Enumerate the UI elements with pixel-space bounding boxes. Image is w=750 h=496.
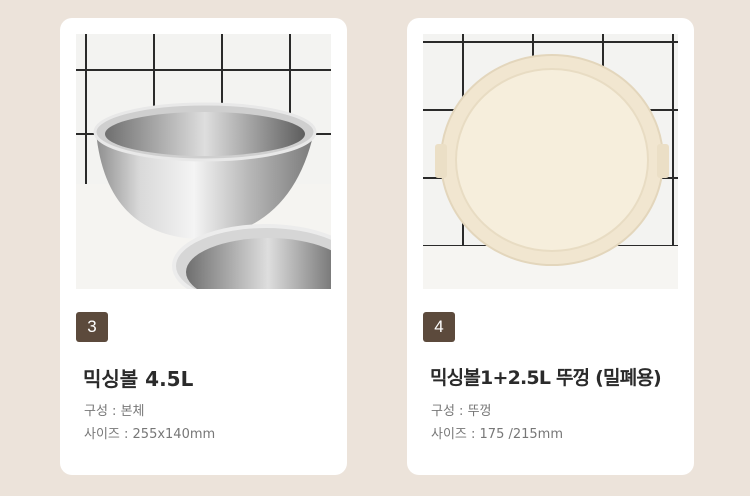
- product-composition: 구성 : 뚜껑: [431, 404, 492, 419]
- product-card-mixing-bowl: 3 믹싱볼 4.5L 구성 : 본체 사이즈 : 255x140mm: [60, 18, 347, 475]
- product-composition: 구성 : 본체: [84, 404, 145, 419]
- item-number-badge: 4: [423, 312, 455, 342]
- product-size: 사이즈 : 255x140mm: [84, 427, 216, 442]
- item-number-badge: 3: [76, 312, 108, 342]
- product-size: 사이즈 : 175 /215mm: [431, 427, 563, 442]
- product-title: 믹싱볼1+2.5L 뚜껑 (밀폐용): [430, 367, 662, 389]
- stainless-mixing-bowls-image: [76, 34, 331, 289]
- product-card-lid: 4 믹싱볼1+2.5L 뚜껑 (밀폐용) 구성 : 뚜껑 사이즈 : 175 /…: [407, 18, 694, 475]
- product-title: 믹싱볼 4.5L: [83, 367, 194, 391]
- cream-lid-image: [423, 34, 678, 289]
